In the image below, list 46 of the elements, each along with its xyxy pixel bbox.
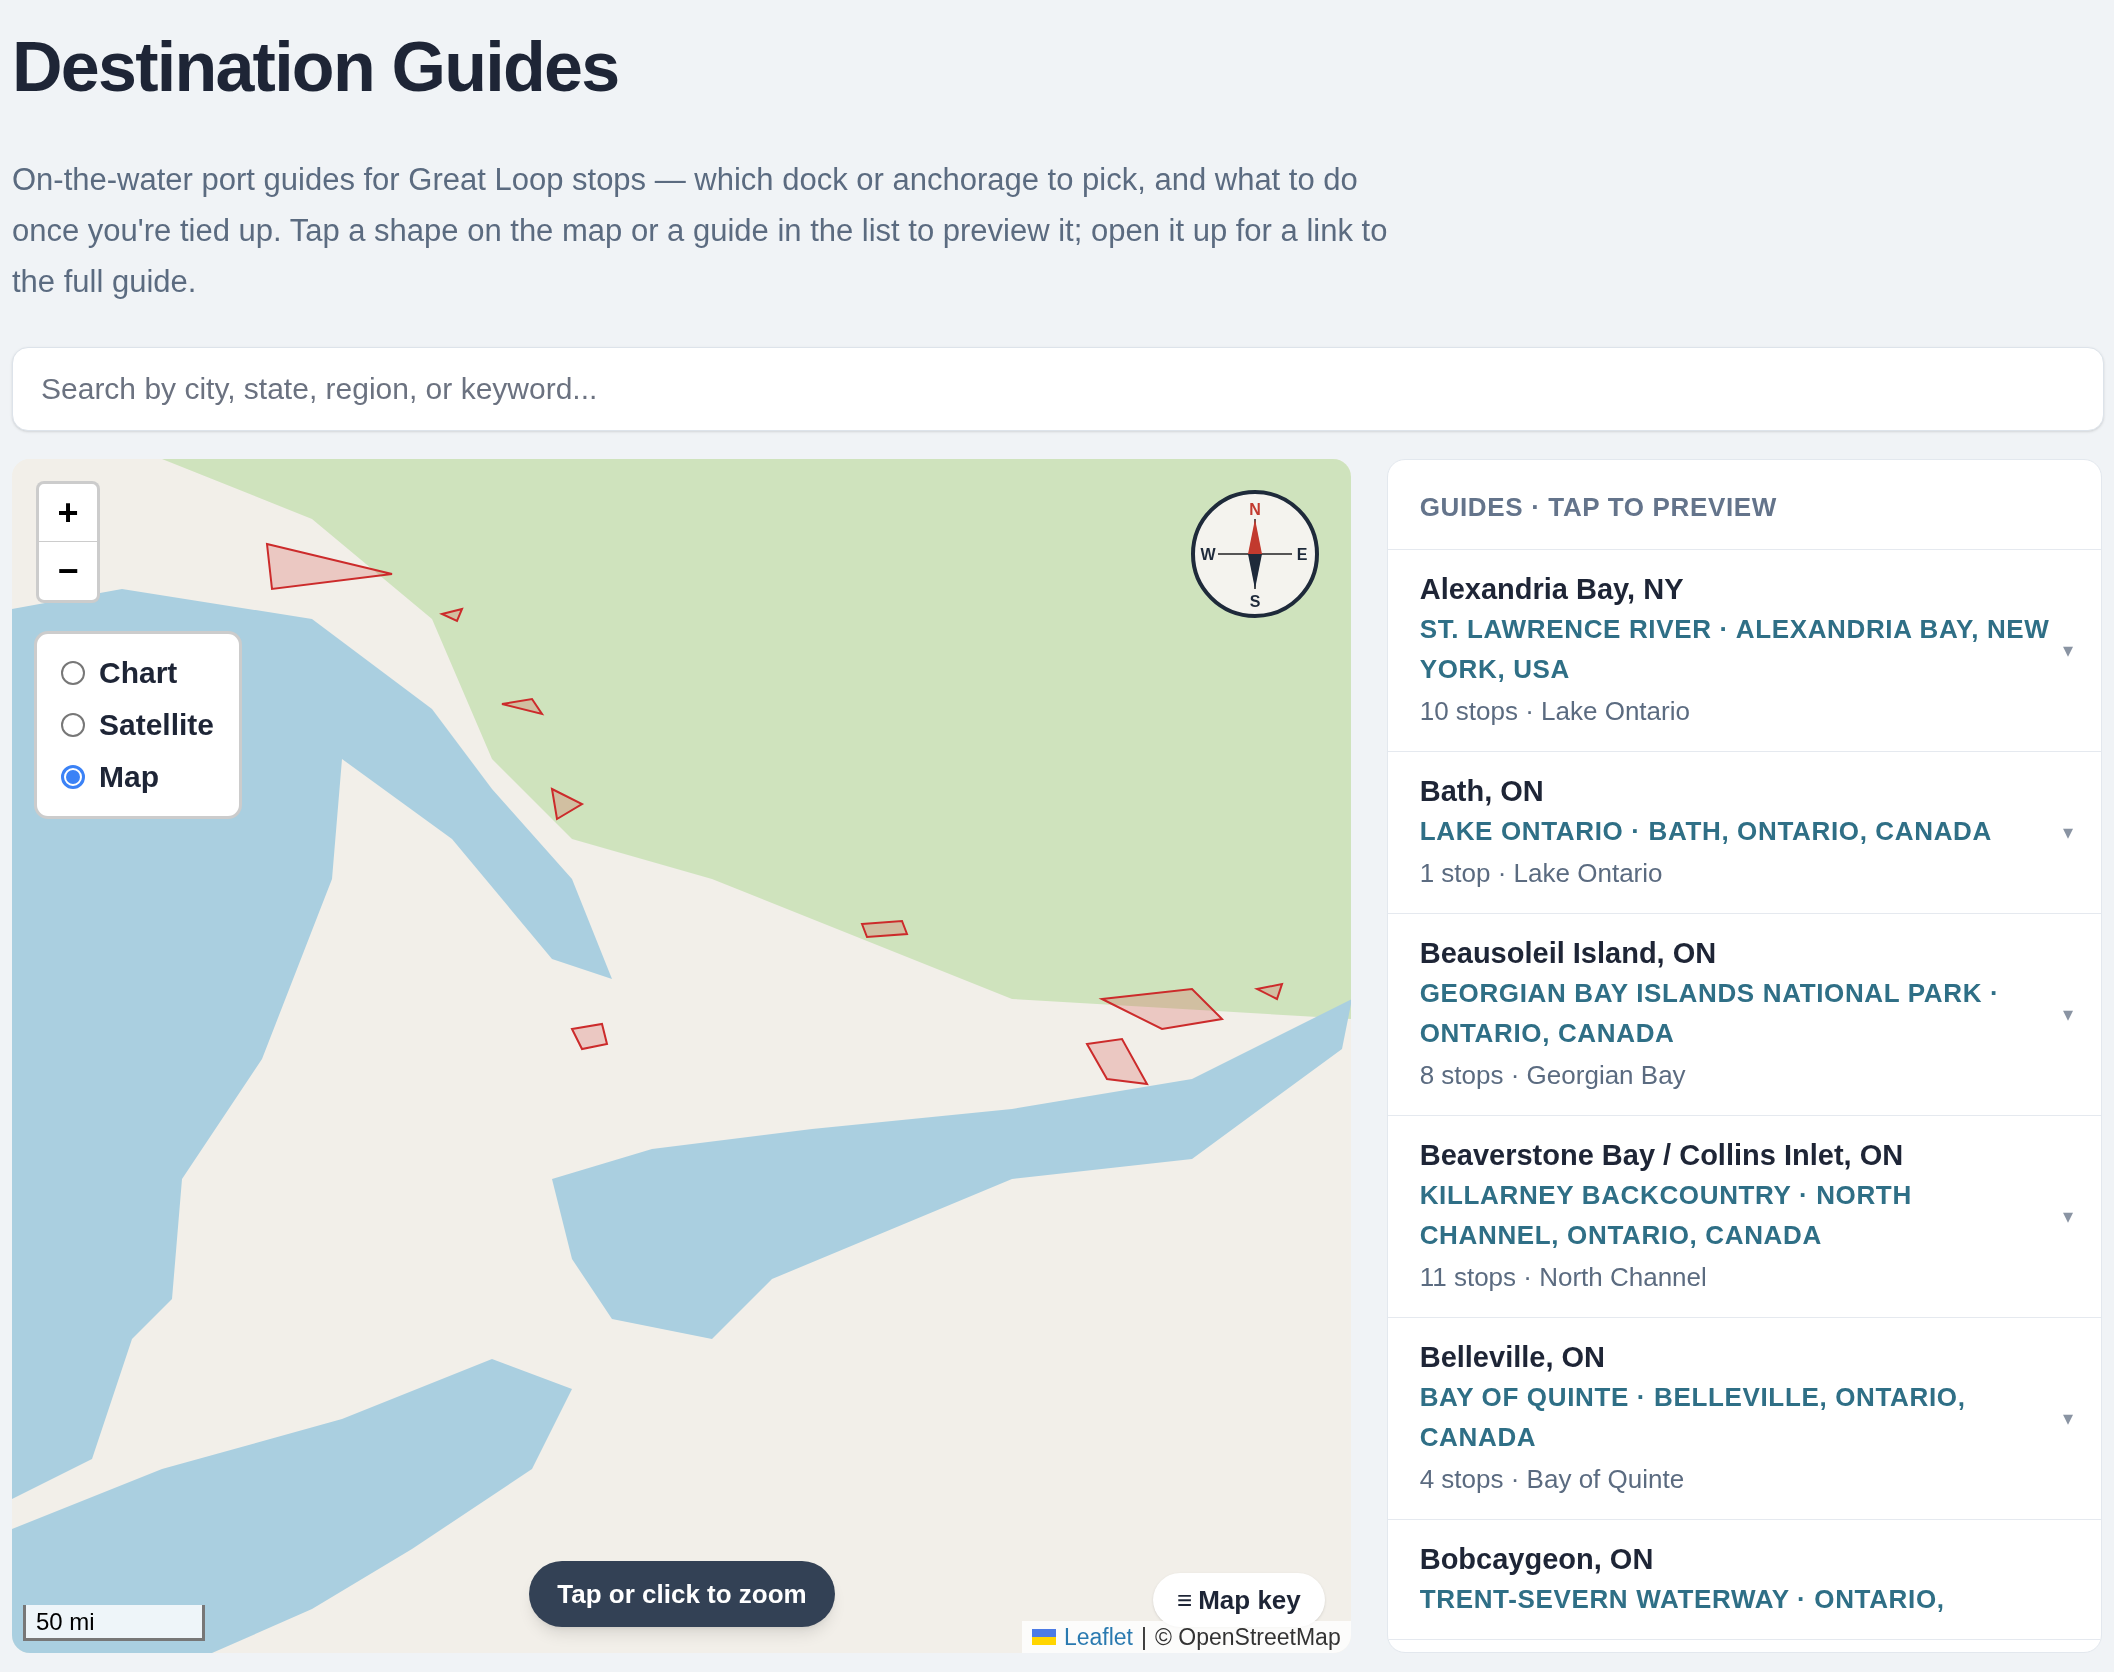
guide-location: ST. LAWRENCE RIVER · ALEXANDRIA BAY, NEW YORK, USA	[1419, 613, 2051, 686]
guide-item[interactable]: Belleville, ON BAY OF QUINTE · BELLEVILLE, ONTARIO, CANADA 4 stops · Bay of Quinte ▾	[1387, 1318, 2101, 1520]
panel-heading: GUIDES · TAP TO PREVIEW	[1387, 460, 2101, 550]
guide-title: Beausoleil Island, ON	[1419, 936, 1718, 971]
guide-location: LAKE ONTARIO · BATH, ONTARIO, CANADA	[1419, 815, 1993, 848]
guide-stops: 10 stops · Lake Ontario	[1419, 695, 1691, 728]
leaflet-link[interactable]: Leaflet	[1063, 1619, 1133, 1653]
guide-item[interactable]: Alexandria Bay, NY ST. LAWRENCE RIVER · ALEXANDRIA BAY, NEW YORK, USA 10 stops · Lake Ontario ▾	[1387, 550, 2101, 752]
zoom-hint-button[interactable]: Tap or click to zoom	[529, 1561, 835, 1627]
zoom-out-button[interactable]: −	[39, 542, 97, 600]
flag-icon	[1031, 1629, 1056, 1645]
compass-label: S	[1249, 593, 1261, 610]
radio-button[interactable]	[61, 661, 85, 685]
guide-title: Bobcaygeon, ON	[1419, 1542, 1655, 1577]
layer-option[interactable]: Chart	[61, 652, 215, 694]
guide-item[interactable]: Bath, ON LAKE ONTARIO · BATH, ONTARIO, CANADA 1 stop · Lake Ontario ▾	[1387, 752, 2101, 914]
intro-paragraph: On-the-water port guides for Great Loop stops — which dock or anchorage to pick, and what to do once you're tied up. Tap a shape on the map or a guide in the list to preview it; open it up for a link to the full guide.	[12, 161, 1389, 301]
layer-option[interactable]: Map	[61, 756, 215, 798]
guide-location: TRENT-SEVERN WATERWAY · ONTARIO,	[1419, 1583, 1946, 1616]
guide-title: Beaverstone Bay / Collins Inlet, ON	[1419, 1138, 1905, 1173]
guide-location: KILLARNEY BACKCOUNTRY · NORTH CHANNEL, ONTARIO, CANADA	[1419, 1179, 1913, 1252]
map-panel[interactable]: + − Chart Satellite Map N E S W 50 mi Tap or click to zoom ≡ Map key Leaflet | © OpenStreetMap	[12, 459, 1351, 1653]
scale-bar: 50 mi	[23, 1605, 205, 1641]
radio-button[interactable]	[61, 713, 85, 737]
guide-location: GEORGIAN BAY ISLANDS NATIONAL PARK · ONTARIO, CANADA	[1419, 977, 2001, 1050]
compass-label: E	[1296, 546, 1308, 563]
guide-item[interactable]: Beaverstone Bay / Collins Inlet, ON KILLARNEY BACKCOUNTRY · NORTH CHANNEL, ONTARIO, CANADA 11 stops · North Channel ▾	[1387, 1116, 2101, 1318]
guide-title: Belleville, ON	[1419, 1340, 1607, 1375]
compass-label: W	[1200, 546, 1216, 563]
attribution-separator: |	[1141, 1622, 1147, 1652]
search-field[interactable]: Search by city, state, region, or keyword...	[12, 347, 2104, 431]
page-title: Destination Guides	[12, 32, 620, 102]
guide-location: BAY OF QUINTE · BELLEVILLE, ONTARIO, CANADA	[1419, 1381, 1967, 1454]
guide-item[interactable]: Bobcaygeon, ON TRENT-SEVERN WATERWAY · ONTARIO,	[1387, 1520, 2101, 1640]
guide-stops: 1 stop · Lake Ontario	[1419, 857, 1664, 890]
compass-label: N	[1249, 501, 1261, 518]
guide-title: Alexandria Bay, NY	[1419, 572, 1685, 607]
menu-icon: ≡	[1177, 1580, 1193, 1620]
zoom-in-button[interactable]: +	[39, 484, 97, 542]
guide-stops: 8 stops · Georgian Bay	[1419, 1059, 1687, 1092]
guide-stops: 4 stops · Bay of Quinte	[1419, 1463, 1686, 1496]
guide-item[interactable]: Beausoleil Island, ON GEORGIAN BAY ISLANDS NATIONAL PARK · ONTARIO, CANADA 8 stops · Georgian Bay ▾	[1387, 914, 2101, 1116]
guide-title: Bath, ON	[1419, 774, 1545, 809]
layer-option[interactable]: Satellite	[61, 704, 215, 746]
radio-button[interactable]	[61, 765, 85, 789]
guide-stops: 11 stops · North Channel	[1419, 1261, 1708, 1294]
